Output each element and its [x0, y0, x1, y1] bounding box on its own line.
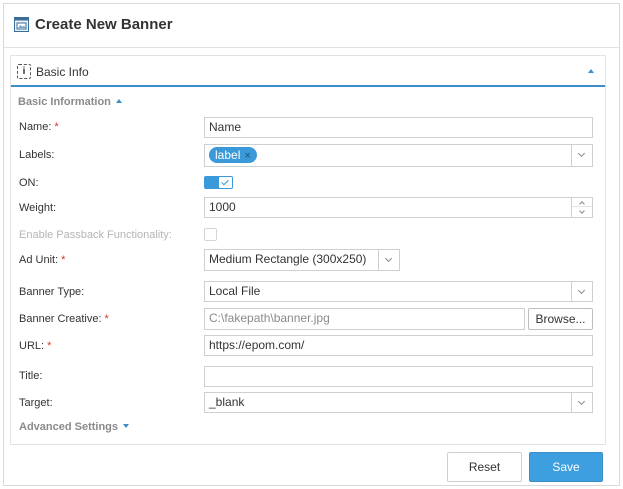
dialog-header: Create New Banner [4, 4, 619, 48]
chevron-down-icon[interactable] [378, 250, 399, 270]
url-input-value: https://epom.com/ [209, 338, 305, 352]
advanced-settings-toggle[interactable]: Advanced Settings [19, 421, 130, 433]
target-value: _blank [209, 395, 245, 409]
required-marker: * [54, 121, 59, 133]
ad-unit-label: Ad Unit: * [19, 254, 65, 266]
banner-type-value: Local File [209, 284, 261, 298]
on-label: ON: [19, 177, 39, 189]
labels-multiselect[interactable]: label × [204, 144, 593, 167]
passback-label: Enable Passback Functionality: [19, 229, 172, 241]
on-toggle[interactable] [204, 176, 233, 189]
info-icon: i [17, 64, 31, 79]
caret-down-icon [123, 424, 130, 428]
basic-info-panel-header[interactable]: i Basic Info [11, 56, 605, 87]
banner-creative-file-field[interactable]: C:\fakepath\banner.jpg [204, 308, 525, 330]
required-marker: * [61, 254, 66, 266]
banner-window-icon [14, 17, 29, 32]
passback-checkbox[interactable] [204, 228, 217, 241]
url-label-text: URL: [19, 340, 45, 352]
title-input[interactable] [204, 366, 593, 387]
panel-title: Basic Info [36, 65, 89, 79]
labels-label: Labels: [19, 149, 55, 161]
target-select[interactable]: _blank [204, 392, 593, 413]
label-tag: label × [209, 147, 257, 163]
dialog-title: Create New Banner [35, 16, 173, 33]
caret-up-icon[interactable] [588, 69, 594, 73]
title-label: Title: [19, 370, 43, 382]
name-label: Name: * [19, 121, 59, 133]
weight-label: Weight: [19, 202, 57, 214]
basic-information-title: Basic Information [18, 96, 111, 108]
tag-remove-icon[interactable]: × [244, 150, 250, 162]
banner-type-label: Banner Type: [19, 286, 85, 298]
browse-button[interactable]: Browse... [528, 308, 593, 330]
chevron-down-icon[interactable] [571, 145, 592, 166]
banner-creative-label: Banner Creative: * [19, 313, 109, 325]
spinner-down-icon[interactable] [572, 208, 592, 217]
checkmark-icon [219, 177, 232, 188]
name-label-text: Name: [19, 121, 52, 133]
label-tag-text: label [215, 148, 241, 162]
url-label: URL: * [19, 340, 51, 352]
banner-creative-label-text: Banner Creative: [19, 313, 102, 325]
chevron-down-icon[interactable] [571, 393, 592, 412]
url-input[interactable]: https://epom.com/ [204, 335, 593, 356]
name-input-value: Name [209, 120, 242, 134]
weight-value: 1000 [209, 200, 236, 214]
ad-unit-label-text: Ad Unit: [19, 254, 59, 266]
basic-information-toggle[interactable]: Basic Information [18, 96, 122, 108]
banner-creative-path: C:\fakepath\banner.jpg [209, 311, 330, 325]
ad-unit-value: Medium Rectangle (300x250) [209, 252, 367, 266]
weight-spinner [571, 198, 592, 217]
ad-unit-select[interactable]: Medium Rectangle (300x250) [204, 249, 400, 271]
spinner-up-icon[interactable] [572, 198, 592, 207]
chevron-down-icon[interactable] [571, 282, 592, 301]
reset-button[interactable]: Reset [447, 452, 522, 482]
required-marker: * [104, 313, 109, 325]
name-input[interactable]: Name [204, 117, 593, 138]
advanced-settings-title: Advanced Settings [19, 421, 119, 433]
target-label: Target: [19, 397, 53, 409]
caret-up-icon [115, 99, 122, 103]
required-marker: * [47, 340, 52, 352]
banner-type-select[interactable]: Local File [204, 281, 593, 302]
save-button[interactable]: Save [529, 452, 603, 482]
weight-stepper[interactable]: 1000 [204, 197, 593, 218]
